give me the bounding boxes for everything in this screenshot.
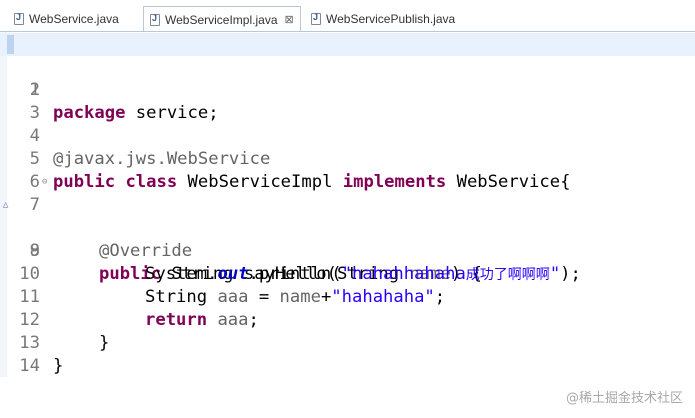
watermark: @稀土掘金技术社区 [565,391,683,406]
code-line-5[interactable]: 5 public class WebServiceImpl implements… [0,125,695,192]
code-line-4[interactable]: 4 @javax.jws.WebService [0,102,695,169]
java-file-icon [150,13,160,26]
java-file-icon [311,12,321,25]
code-text: } [53,356,64,376]
code-line-13[interactable]: 13 } [0,309,695,376]
tab-label: WebServiceImpl.java [165,12,278,27]
close-tab-icon[interactable]: ⊠ [285,13,294,26]
code-line-10[interactable]: 10 String aaa = name+"hahahaha"; [0,240,695,307]
override-marker-icon[interactable]: △ [3,194,8,217]
code-line-14[interactable]: 14 [0,332,695,376]
code-line-12[interactable]: 12 } [0,286,695,353]
editor-tab-bar: WebService.java WebServiceImpl.java ⊠ We… [0,0,695,32]
tab-label: WebServicePublish.java [326,12,456,26]
code-line-6[interactable]: 6 [0,148,695,192]
fold-collapse-icon[interactable]: ⊖ [42,171,47,194]
code-editor[interactable]: 1 package service; 2 3 4 @javax.jws.WebS… [0,32,695,377]
code-line-2[interactable]: 2 [0,56,695,100]
tab-webserviceimpl[interactable]: WebServiceImpl.java ⊠ [143,6,301,32]
code-line-11[interactable]: 11 return aaa; [0,263,695,330]
code-line-3[interactable]: 3 [0,79,695,123]
code-line-9[interactable]: 9 System.out.println("hahahhahaha成功了啊啊啊"… [0,217,695,284]
code-line-8[interactable]: △ 8 public String sayHello(String name) … [0,194,695,284]
tab-label: WebService.java [29,12,119,26]
current-line-marker [7,35,14,54]
code-line-7[interactable]: 7 ⊖ @Override [0,171,695,261]
java-file-icon [14,12,24,25]
line-number: 14 [19,356,40,376]
tab-webservice[interactable]: WebService.java [8,8,125,30]
tab-webservicepublish[interactable]: WebServicePublish.java [305,8,461,30]
code-line-1[interactable]: 1 package service; [0,33,695,123]
